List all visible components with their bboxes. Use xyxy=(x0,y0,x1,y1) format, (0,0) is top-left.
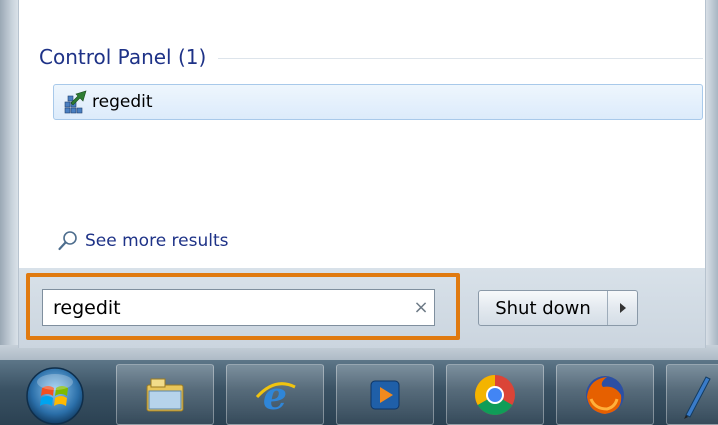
start-button[interactable] xyxy=(18,362,92,425)
shutdown-button-group: Shut down xyxy=(478,290,638,326)
search-box[interactable]: × xyxy=(42,289,435,326)
chrome-icon xyxy=(475,374,515,415)
media-player-icon xyxy=(370,380,400,409)
taskbar-item-pen[interactable] xyxy=(666,364,718,425)
magnifier-icon xyxy=(58,231,77,251)
taskbar-item-media-player[interactable] xyxy=(336,364,434,425)
window-frame-right xyxy=(706,0,718,360)
file-explorer-icon xyxy=(146,378,184,411)
window-frame-left xyxy=(0,0,20,360)
result-group-header: Control Panel (1) xyxy=(39,44,703,70)
group-divider xyxy=(218,57,703,59)
clear-icon[interactable]: × xyxy=(408,297,434,318)
result-item-regedit[interactable]: regedit xyxy=(53,84,703,120)
shutdown-options-button[interactable] xyxy=(608,291,637,325)
taskbar-item-internet-explorer[interactable]: e xyxy=(226,364,324,425)
start-orb-icon xyxy=(26,366,84,425)
pen-icon xyxy=(684,375,711,419)
result-label: regedit xyxy=(92,92,153,112)
firefox-icon xyxy=(586,375,624,414)
taskbar-item-chrome[interactable] xyxy=(446,364,544,425)
see-more-results-label: See more results xyxy=(85,231,229,251)
svg-text:e: e xyxy=(263,373,287,417)
group-title[interactable]: Control Panel (1) xyxy=(39,45,206,69)
taskbar-item-firefox[interactable] xyxy=(556,364,654,425)
registry-editor-icon xyxy=(64,90,87,114)
search-results-pane: Control Panel (1) regedit See more resul… xyxy=(18,0,706,268)
chevron-right-icon xyxy=(619,303,626,313)
see-more-results-link[interactable]: See more results xyxy=(57,228,229,254)
taskbar-item-explorer[interactable] xyxy=(116,364,214,425)
search-input[interactable] xyxy=(43,295,408,320)
shutdown-button[interactable]: Shut down xyxy=(479,291,608,325)
internet-explorer-icon: e xyxy=(255,373,296,417)
